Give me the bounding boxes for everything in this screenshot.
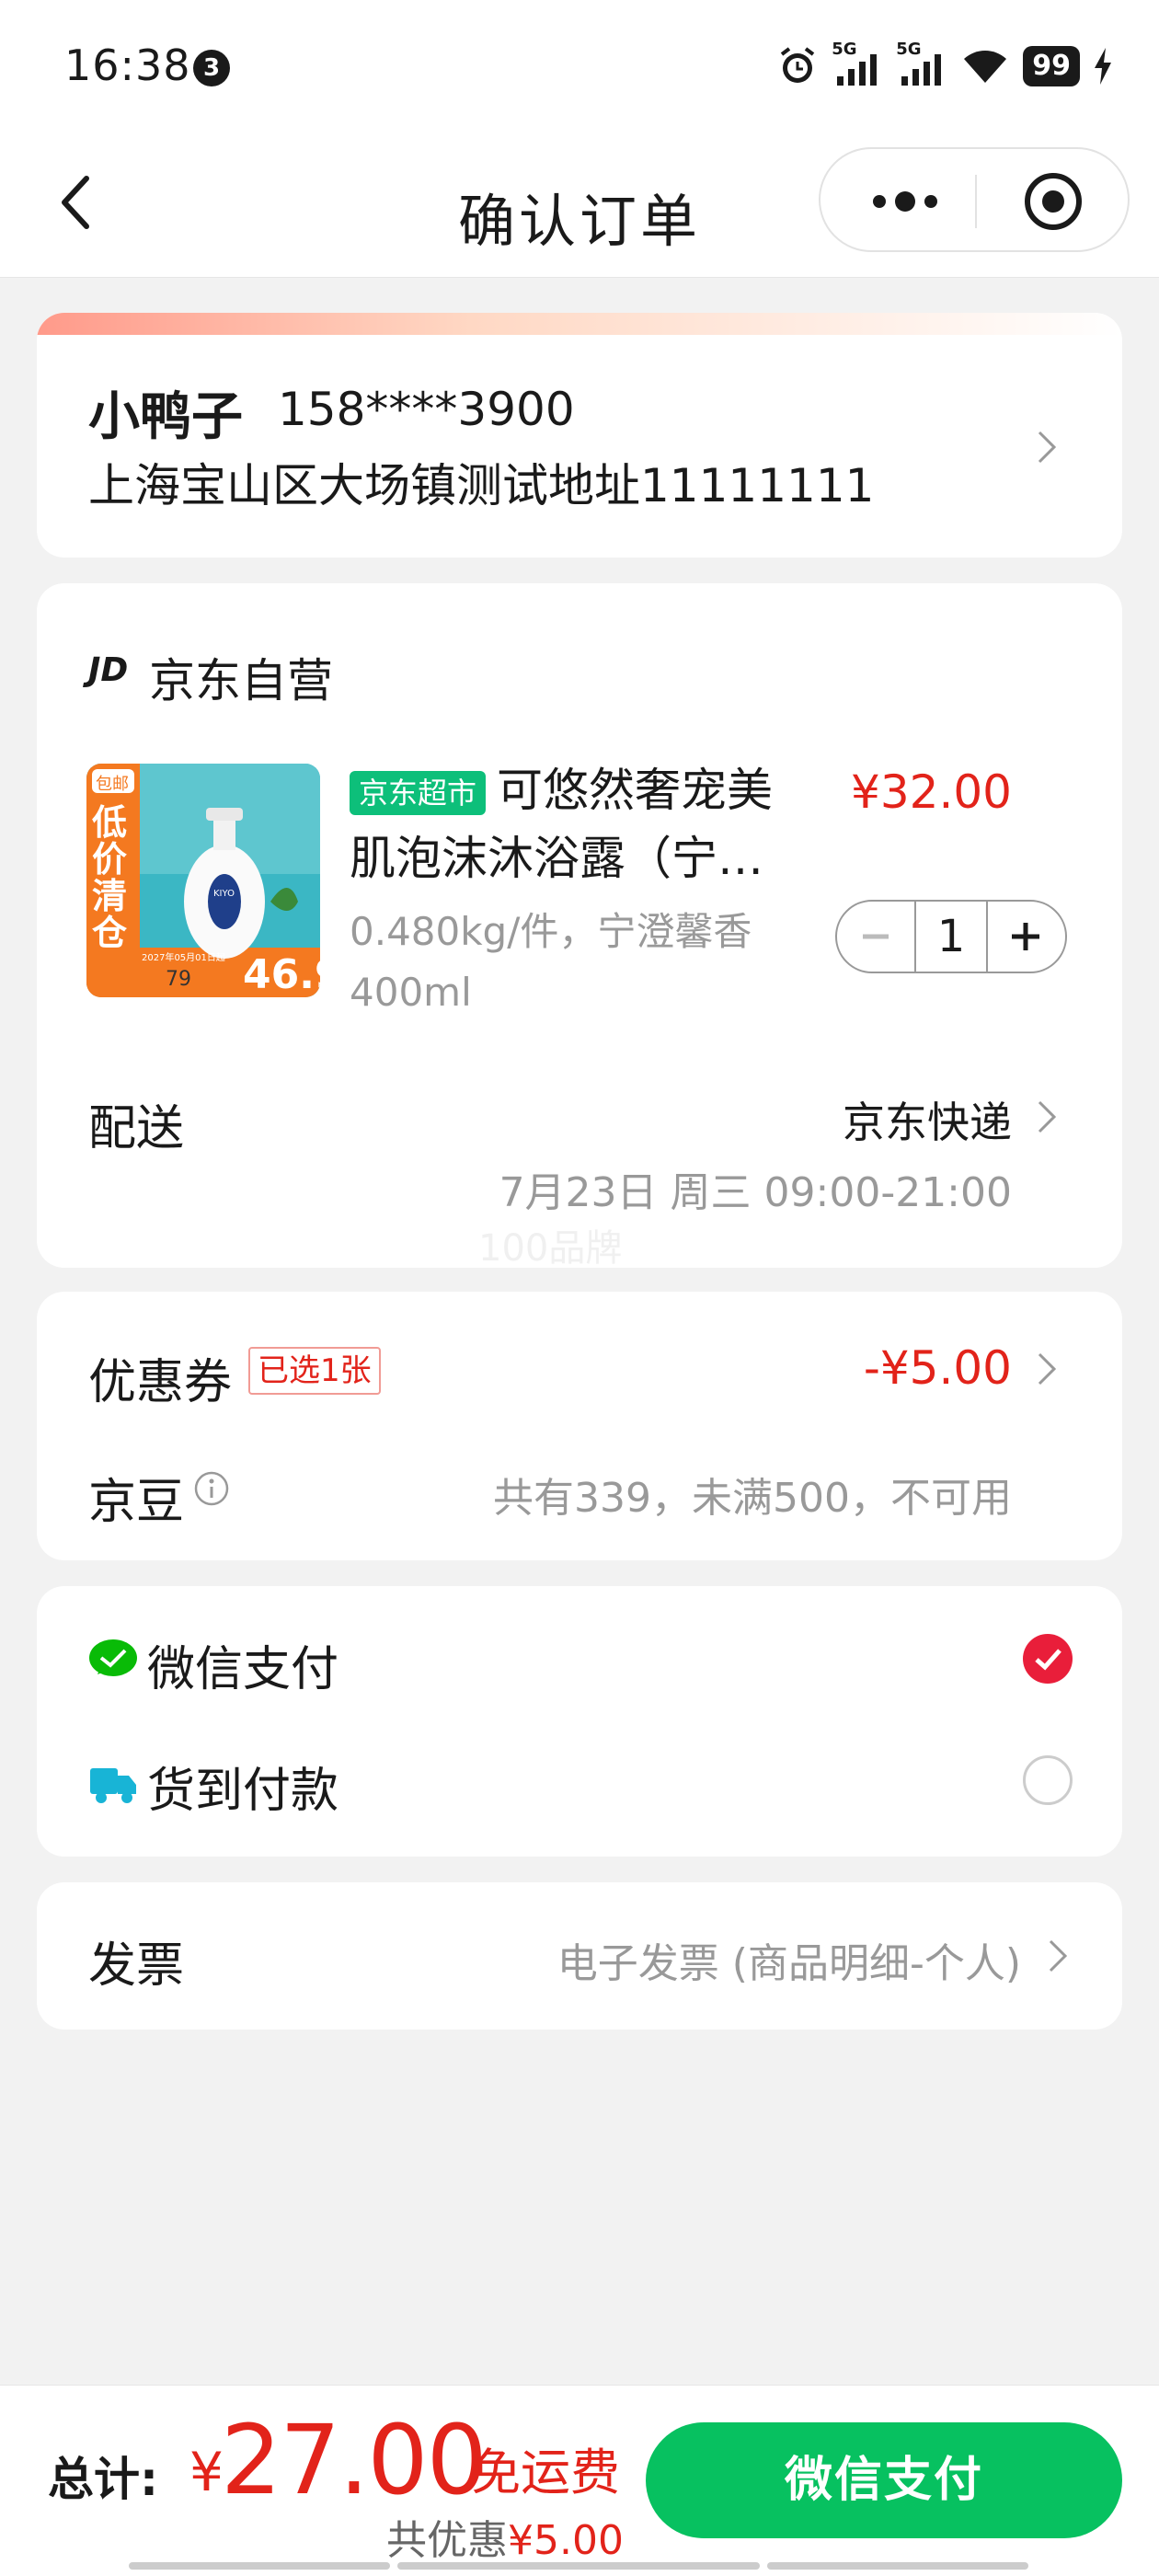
battery-level: 99 bbox=[1023, 46, 1080, 86]
chevron-right-icon bbox=[1049, 1939, 1068, 1972]
notification-count-badge: 3 bbox=[193, 50, 230, 86]
wechat-pay-radio-selected[interactable] bbox=[1023, 1634, 1073, 1684]
wechat-pay-icon bbox=[89, 1639, 137, 1676]
jd-logo: JD bbox=[88, 651, 129, 689]
product-card: JD 京东自营 包邮 低价清仓 KIYO 2027年05月01日起 79 46.… bbox=[37, 583, 1122, 1268]
info-icon[interactable] bbox=[193, 1470, 230, 1507]
signal-label-2: 5G bbox=[896, 40, 922, 59]
discount-amount: ¥5.00 bbox=[508, 2517, 624, 2564]
recipient-name: 小鸭子 bbox=[88, 387, 243, 447]
discount-label: 共优惠 bbox=[386, 2517, 508, 2564]
coupon-selected-tag: 已选1张 bbox=[248, 1347, 381, 1395]
payment-option-wechat[interactable]: 微信支付 bbox=[88, 1627, 1073, 1700]
signal-5g-icon-2: 5G bbox=[896, 40, 947, 87]
address-detail: 上海宝山区大场镇测试地址11111111 bbox=[88, 459, 875, 512]
total-label: 总计: bbox=[48, 2453, 158, 2506]
invoice-label: 发票 bbox=[88, 1938, 185, 1994]
signal-5g-icon: 5G bbox=[832, 40, 883, 87]
product-image[interactable]: 包邮 低价清仓 KIYO 2027年05月01日起 79 46.9 bbox=[86, 764, 320, 997]
coupon-label: 优惠券 bbox=[88, 1355, 233, 1410]
payment-option-cod[interactable]: 货到付款 bbox=[88, 1748, 1073, 1822]
address-card[interactable]: 小鸭子 158****3900 上海宝山区大场镇测试地址11111111 bbox=[37, 313, 1122, 558]
delivery-carrier[interactable]: 京东快递 bbox=[843, 1089, 1012, 1150]
miniapp-capsule bbox=[819, 147, 1130, 252]
free-shipping-note: 免运费 bbox=[471, 2444, 620, 2501]
delivery-time: 7月23日 周三 09:00-21:00 bbox=[499, 1169, 1012, 1216]
total-currency: ¥ bbox=[189, 2441, 224, 2503]
invoice-card[interactable]: 发票 电子发票 (商品明细-个人) bbox=[37, 1882, 1122, 2030]
product-image-old-price: 79 bbox=[166, 968, 191, 991]
quantity-stepper: 1 bbox=[835, 900, 1067, 973]
shop-name[interactable]: 京东自营 bbox=[149, 644, 333, 710]
wechat-pay-label: 微信支付 bbox=[147, 1642, 339, 1697]
jd-beans-label: 京豆 bbox=[88, 1475, 185, 1530]
alarm-icon bbox=[781, 47, 815, 83]
product-title[interactable]: 可悠然奢宠美肌泡沫沐浴露（宁… bbox=[350, 756, 791, 892]
decrease-button[interactable] bbox=[837, 902, 914, 972]
product-spec: 0.480kg/件，宁澄馨香400ml bbox=[350, 909, 752, 1015]
signal-label: 5G bbox=[832, 40, 857, 59]
capsule-divider bbox=[975, 175, 977, 228]
status-icons: 5G 5G 99 bbox=[776, 40, 1113, 90]
product-image-new-price: 46.9 bbox=[243, 951, 320, 997]
product-image-badge: 包邮 bbox=[96, 775, 129, 794]
nav-bar: 确认订单 bbox=[0, 138, 1159, 278]
invoice-value: 电子发票 (商品明细-个人) bbox=[557, 1940, 1021, 1987]
home-indicator-segment bbox=[397, 2562, 760, 2570]
quantity-value[interactable]: 1 bbox=[914, 902, 988, 972]
discount-card: 优惠券 已选1张 -¥5.00 京豆 共有339，未满500，不可用 bbox=[37, 1292, 1122, 1560]
plus-icon bbox=[1012, 923, 1039, 950]
more-icon[interactable] bbox=[859, 178, 951, 224]
coupon-value[interactable]: -¥5.00 bbox=[864, 1341, 1012, 1395]
product-image-date: 2027年05月01日起 bbox=[142, 953, 225, 963]
chevron-right-icon bbox=[1038, 1100, 1057, 1133]
charging-icon bbox=[1095, 48, 1111, 85]
close-miniapp-icon[interactable] bbox=[1021, 169, 1085, 234]
product-price: ¥32.00 bbox=[851, 765, 1012, 819]
discount-summary: 共优惠¥5.00 bbox=[386, 2507, 624, 2566]
address-gradient-bar bbox=[37, 313, 1122, 335]
chevron-right-icon bbox=[1038, 431, 1057, 464]
minus-icon bbox=[863, 934, 889, 939]
home-indicator-segment bbox=[129, 2562, 390, 2570]
check-icon bbox=[1035, 1649, 1061, 1671]
status-time: 16:38 bbox=[64, 40, 191, 90]
home-indicator-segment bbox=[767, 2562, 1028, 2570]
status-bar: 16:38 3 5G 5G 99 bbox=[0, 0, 1159, 138]
payment-card: 微信支付 货到付款 bbox=[37, 1586, 1122, 1857]
delivery-truck-icon bbox=[90, 1768, 136, 1803]
total-amount: 27.00 bbox=[221, 2404, 488, 2516]
checkout-bar: 总计: ¥ 27.00 免运费 共优惠¥5.00 微信支付 bbox=[0, 2385, 1159, 2576]
watermark-text: 100品牌 bbox=[478, 1227, 623, 1268]
wifi-icon bbox=[964, 51, 1007, 83]
cod-radio-unselected[interactable] bbox=[1023, 1755, 1073, 1805]
chevron-right-icon bbox=[1038, 1352, 1057, 1386]
jd-beans-info: 共有339，未满500，不可用 bbox=[493, 1475, 1012, 1522]
wechat-pay-button[interactable]: 微信支付 bbox=[646, 2422, 1122, 2538]
recipient-phone: 158****3900 bbox=[278, 383, 575, 436]
product-image-promo: 低价清仓 bbox=[92, 802, 128, 953]
product-image-brand: KIYO bbox=[213, 889, 235, 899]
cod-label: 货到付款 bbox=[147, 1764, 339, 1819]
increase-button[interactable] bbox=[988, 902, 1065, 972]
delivery-label: 配送 bbox=[88, 1101, 185, 1156]
